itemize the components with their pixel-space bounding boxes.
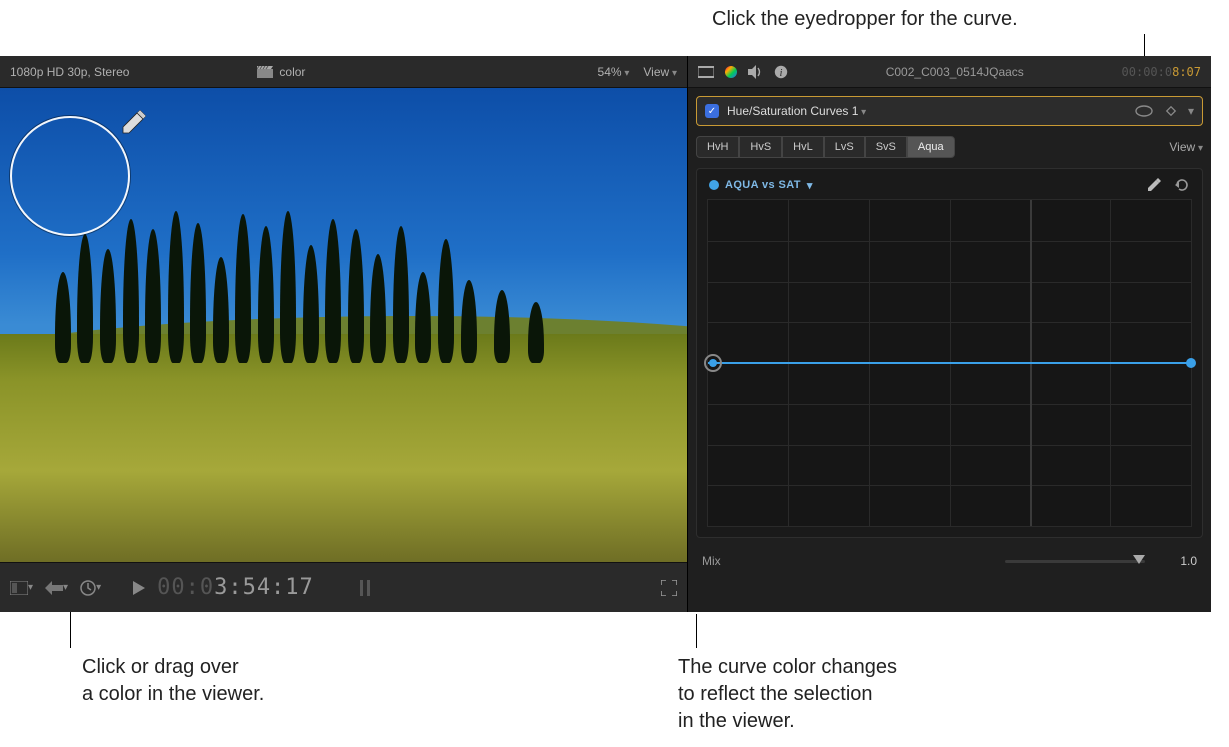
timecode-dim: 00:0 [157,575,214,600]
effect-enabled-checkbox[interactable]: ✓ [705,104,719,118]
callout-text: to reflect the selection [678,681,897,708]
audio-meters-icon[interactable] [358,578,374,598]
video-inspector-tab[interactable] [698,66,714,78]
color-loupe[interactable] [10,116,130,236]
tab-hvl[interactable]: HvL [782,136,824,158]
callout-text: Click or drag over [82,654,264,681]
play-button[interactable] [133,581,145,595]
eyedropper-cursor-icon [118,108,148,138]
mix-row: Mix 1.0 [702,554,1197,568]
shape-mask-icon[interactable] [1134,104,1154,118]
callout-viewer-color: Click or drag over a color in the viewer… [82,654,264,708]
clip-title-area: color [137,65,589,79]
clip-name: color [279,65,305,79]
curve-graph[interactable] [707,199,1192,527]
curve-view-menu[interactable]: View [1169,140,1203,154]
mix-label: Mix [702,554,721,568]
callout-text: Click the eyedropper for the curve. [712,8,1018,30]
keyframe-icon[interactable] [1164,104,1178,118]
zoom-menu[interactable]: 54% [598,65,630,79]
curve-block: AQUA vs SAT ▾ [696,168,1203,538]
callout-text: in the viewer. [678,708,897,735]
inspector-header: i C002_C003_0514JQaacs 00:00:08:07 [688,56,1211,88]
format-label: 1080p HD 30p, Stereo [10,65,129,79]
retime-menu[interactable] [80,580,101,596]
clapper-icon [257,66,273,78]
tab-hvs[interactable]: HvS [739,136,782,158]
inspector-panel: i C002_C003_0514JQaacs 00:00:08:07 ✓ Hue… [688,56,1211,612]
app-window: 1080p HD 30p, Stereo color 54% View [0,56,1211,612]
curve-start-node[interactable] [704,354,722,372]
effect-name[interactable]: Hue/Saturation Curves 1 [727,104,1126,118]
curve-line[interactable] [708,362,1191,364]
tab-aqua[interactable]: Aqua [907,136,955,158]
mix-value[interactable]: 1.0 [1157,554,1197,568]
svg-text:i: i [780,68,783,79]
audio-inspector-tab[interactable] [748,65,764,79]
chevron-down-icon[interactable]: ▾ [807,179,813,192]
duration-base: 00:00:0 [1122,65,1173,79]
effect-header[interactable]: ✓ Hue/Saturation Curves 1 ▾ [696,96,1203,126]
layout-menu[interactable] [10,581,33,595]
slider-thumb-icon [1133,555,1145,564]
video-grass [0,334,687,562]
chevron-down-icon[interactable]: ▾ [1188,104,1194,118]
timecode[interactable]: 00:03:54:17 [157,575,314,600]
info-inspector-tab[interactable]: i [774,65,788,79]
tab-lvs[interactable]: LvS [824,136,865,158]
leader-line-br [696,614,697,648]
curve-end-node[interactable] [1186,358,1196,368]
mix-slider[interactable] [1005,560,1145,563]
viewer-panel: 1080p HD 30p, Stereo color 54% View [0,56,688,612]
inspector-clip-name: C002_C003_0514JQaacs [798,65,1112,79]
viewer-canvas[interactable] [0,88,687,562]
transform-menu[interactable] [45,581,68,595]
curve-eyedropper-button[interactable] [1146,177,1162,193]
video-trees [55,211,618,363]
reset-button[interactable] [1174,177,1190,193]
callout-text: a color in the viewer. [82,681,264,708]
timecode-main: 3:54:17 [214,575,314,600]
viewer-footer: 00:03:54:17 [0,562,687,612]
inspector-duration: 00:00:08:07 [1122,65,1201,79]
callout-curve-color: The curve color changes to reflect the s… [678,654,897,735]
duration-hl: 8:07 [1172,65,1201,79]
callout-text: The curve color changes [678,654,897,681]
view-menu[interactable]: View [643,65,677,79]
callout-eyedropper: Click the eyedropper for the curve. [712,6,1018,33]
color-inspector-tab[interactable] [724,65,738,79]
curve-title: AQUA vs SAT [725,179,801,191]
viewer-header: 1080p HD 30p, Stereo color 54% View [0,56,687,88]
curve-header: AQUA vs SAT ▾ [701,175,1198,199]
tab-hvh[interactable]: HvH [696,136,739,158]
fullscreen-button[interactable] [661,580,677,596]
tab-svs[interactable]: SvS [865,136,907,158]
curve-tabs: HvH HvS HvL LvS SvS Aqua View [696,136,1203,158]
curve-color-dot [709,180,719,190]
